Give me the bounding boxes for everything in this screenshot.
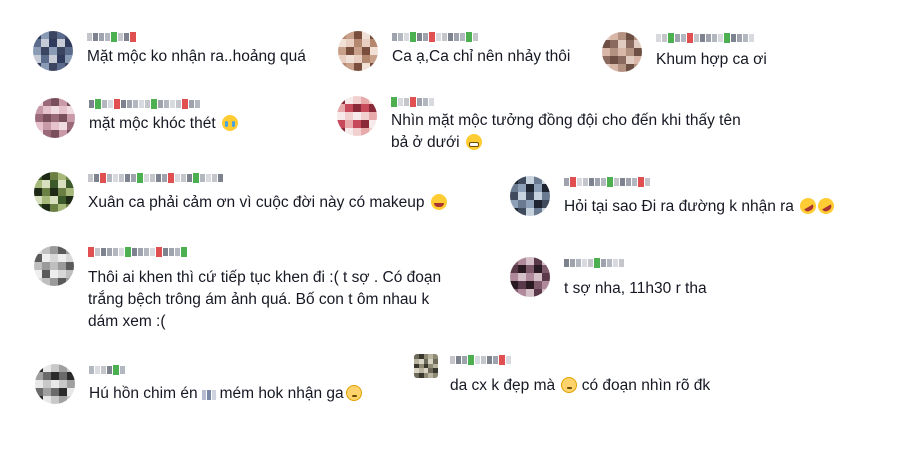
username-blurred[interactable]: [656, 32, 754, 44]
comment-text: Ca ạ,Ca chỉ nên nhảy thôi: [392, 48, 571, 65]
loudly-crying-face-icon: [221, 115, 238, 131]
comment-item: Xuân ca phải cảm ơn vì cuộc đời này có m…: [34, 172, 474, 216]
comment-item: Thôi ai khen thì cứ tiếp tục khen đi :( …: [34, 246, 474, 336]
comment-text: t sợ nha, 11h30 r tha: [564, 280, 707, 297]
username-blurred[interactable]: [88, 172, 223, 184]
flushed-face-icon: [345, 385, 362, 401]
comment-text-content: Hỏi tại sao Đi ra đường k nhận ra: [564, 198, 794, 215]
grinning-squinting-face-icon: [430, 194, 447, 210]
avatar[interactable]: [33, 31, 73, 71]
comment-text: Nhìn mặt mộc tưởng đồng đội cho đến khi …: [391, 110, 741, 154]
comment-line-text: bả ở dưới: [391, 134, 460, 151]
username-blurred[interactable]: [87, 31, 136, 43]
avatar[interactable]: [34, 246, 74, 286]
comment-text-before: Hú hồn chim én: [89, 385, 198, 402]
comment-item: Nhìn mặt mộc tưởng đồng đội cho đến khi …: [337, 96, 777, 158]
comment-item: Hỏi tại sao Đi ra đường k nhận ra: [510, 176, 870, 220]
comment-text: Mặt mộc ko nhận ra..hoảng quá: [87, 48, 306, 65]
comment-text: Hú hồn chim én mém hok nhận ga: [89, 382, 362, 406]
flushed-face-icon: [561, 377, 578, 393]
comment-text: mặt mộc khóc thét: [89, 112, 238, 136]
comment-text-before: da cx k đẹp mà: [450, 377, 556, 394]
comment-text: Hỏi tại sao Đi ra đường k nhận ra: [564, 195, 838, 219]
username-blurred[interactable]: [564, 257, 624, 269]
avatar[interactable]: [602, 32, 642, 72]
comment-item: Mặt mộc ko nhận ra..hoảng quá: [33, 31, 333, 75]
comment-text: Thôi ai khen thì cứ tiếp tục khen đi :( …: [88, 267, 441, 333]
username-blurred[interactable]: [89, 364, 125, 376]
username-blurred[interactable]: [450, 354, 511, 366]
avatar[interactable]: [34, 172, 74, 212]
avatar[interactable]: [414, 354, 438, 378]
comment-line: trắng bệch trông ám ảnh quá. Bố con t ôm…: [88, 291, 430, 308]
comment-text-after: mém hok nhận ga: [219, 385, 344, 402]
comment-item: da cx k đẹp mà có đoạn nhìn rõ đk: [414, 354, 754, 398]
username-blurred[interactable]: [391, 96, 434, 108]
username-blurred[interactable]: [564, 176, 650, 188]
username-blurred[interactable]: [392, 31, 478, 43]
comment-item: t sợ nha, 11h30 r tha: [510, 257, 750, 301]
comment-line: Thôi ai khen thì cứ tiếp tục khen đi :( …: [88, 269, 442, 286]
comment-line: dám xem :(: [88, 313, 166, 330]
comment-item: Hú hồn chim én mém hok nhận ga: [35, 364, 395, 408]
comment-text-content: Xuân ca phải cảm ơn vì cuộc đời này có m…: [88, 194, 425, 211]
comment-text-content: mặt mộc khóc thét: [89, 115, 216, 132]
rolling-on-floor-laughing-icon: [797, 195, 820, 217]
avatar[interactable]: [35, 98, 75, 138]
comment-text: da cx k đẹp mà có đoạn nhìn rõ đk: [450, 374, 710, 398]
avatar[interactable]: [338, 31, 378, 71]
avatar[interactable]: [35, 364, 75, 404]
username-blurred[interactable]: [89, 98, 200, 110]
username-blurred[interactable]: [88, 246, 187, 258]
avatar[interactable]: [337, 96, 377, 136]
avatar[interactable]: [510, 176, 550, 216]
comment-item: mặt mộc khóc thét: [35, 98, 295, 142]
comment-text: Xuân ca phải cảm ơn vì cuộc đời này có m…: [88, 191, 447, 215]
comment-text-after: có đoạn nhìn rõ đk: [581, 377, 711, 394]
comment-item: Khum hợp ca ơi: [602, 32, 802, 76]
comment-line: bả ở dưới: [391, 132, 741, 154]
comment-line: Nhìn mặt mộc tưởng đồng đội cho đến khi …: [391, 112, 741, 129]
avatar[interactable]: [510, 257, 550, 297]
grimacing-face-icon: [465, 134, 482, 150]
comment-text: Khum hợp ca ơi: [656, 51, 767, 68]
comment-item: Ca ạ,Ca chỉ nên nhảy thôi: [338, 31, 598, 75]
blurred-mention: [201, 390, 216, 400]
rolling-on-floor-laughing-icon: [815, 195, 838, 217]
